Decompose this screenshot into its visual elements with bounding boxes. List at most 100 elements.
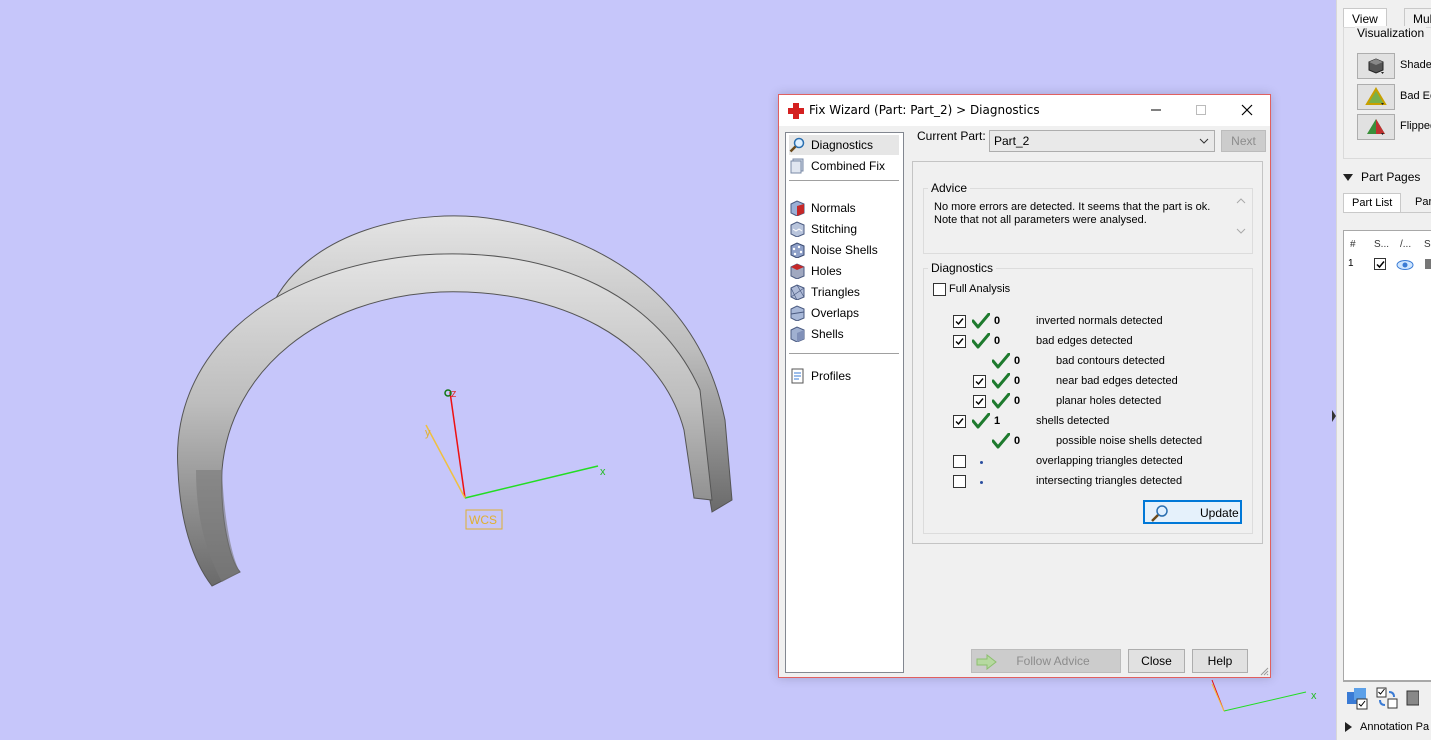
- green-check-icon: [972, 333, 990, 349]
- right-panel: View Mul Visualization Shade Bad Ec Flip…: [1336, 0, 1431, 740]
- flipped-triangles-button[interactable]: [1357, 114, 1395, 140]
- green-check-icon: [992, 373, 1010, 389]
- minimize-button[interactable]: [1133, 95, 1179, 125]
- dialog-titlebar[interactable]: Fix Wizard (Part: Part_2) > Diagnostics: [779, 95, 1270, 126]
- diagnostic-label: intersecting triangles detected: [1036, 475, 1183, 487]
- next-button[interactable]: Next: [1221, 130, 1266, 152]
- diagnostic-count: 0: [1014, 375, 1021, 387]
- col-s: S: [1424, 239, 1431, 250]
- diagnostic-row: intersecting triangles detected: [924, 473, 1244, 491]
- part-pages-header[interactable]: Part Pages: [1343, 170, 1431, 184]
- diagnostic-count: 1: [994, 415, 1001, 427]
- diagnostic-checkbox[interactable]: [973, 395, 986, 408]
- magnifier-icon: [1151, 505, 1168, 522]
- bad-edges-button[interactable]: [1357, 84, 1395, 110]
- noise-shells-icon: [790, 242, 805, 258]
- wcs-label: WCS: [469, 513, 497, 527]
- mini-axis-x-label: x: [1311, 690, 1317, 702]
- select-all-parts-icon[interactable]: [1345, 686, 1369, 710]
- shaded-button[interactable]: [1357, 53, 1395, 79]
- diagnostic-count: 0: [994, 315, 1001, 327]
- green-check-icon: [972, 413, 990, 429]
- nav-item-diagnostics[interactable]: Diagnostics: [789, 135, 899, 155]
- checkmark-icon: [975, 378, 984, 386]
- pending-dot-icon: [980, 481, 983, 484]
- diagnostic-checkbox[interactable]: [953, 335, 966, 348]
- magnifier-icon: [789, 137, 805, 153]
- shells-icon: [790, 326, 805, 342]
- nav-item-normals[interactable]: Normals: [789, 198, 899, 218]
- help-button[interactable]: Help: [1192, 649, 1248, 673]
- diagnostic-label: near bad edges detected: [1056, 375, 1178, 387]
- overlaps-icon: [790, 305, 805, 321]
- pending-dot-icon: [980, 461, 983, 464]
- triangles-icon: [790, 284, 805, 300]
- content-panel: Advice No more errors are detected. It s…: [912, 161, 1263, 544]
- checkmark-icon: [955, 338, 964, 346]
- scroll-up-icon: [1236, 198, 1246, 204]
- shaded-label: Shade: [1400, 59, 1431, 71]
- col-number: #: [1350, 239, 1356, 250]
- tab-multi[interactable]: Mul: [1404, 8, 1431, 28]
- advice-scrollbar[interactable]: [1235, 197, 1247, 243]
- cube-icon[interactable]: [1405, 686, 1419, 710]
- advice-group: Advice No more errors are detected. It s…: [923, 181, 1253, 254]
- visualization-label: Visualization: [1355, 26, 1427, 40]
- green-check-icon: [992, 433, 1010, 449]
- arrow-right-icon: [976, 654, 997, 670]
- diagnostic-row: 0 planar holes detected: [924, 393, 1244, 411]
- current-part-select[interactable]: Part_2: [989, 130, 1215, 152]
- eye-icon[interactable]: [1396, 259, 1414, 271]
- bad-edges-icon: [1365, 87, 1387, 105]
- diagnostic-checkbox[interactable]: [953, 475, 966, 488]
- resize-grip-icon[interactable]: [1259, 666, 1269, 676]
- close-button[interactable]: Close: [1128, 649, 1185, 673]
- green-check-icon: [992, 353, 1010, 369]
- nav-item-profiles[interactable]: Profiles: [789, 366, 899, 386]
- nav-item-overlaps[interactable]: Overlaps: [789, 303, 899, 323]
- maximize-button[interactable]: [1178, 95, 1224, 125]
- annotation-pages-header[interactable]: Annotation Pa: [1345, 721, 1429, 733]
- tab-part-list[interactable]: Part List: [1343, 193, 1402, 213]
- diagnostic-checkbox[interactable]: [953, 315, 966, 328]
- row-checkbox[interactable]: [1374, 258, 1386, 270]
- diagnostic-label: bad edges detected: [1036, 335, 1133, 347]
- holes-icon: [790, 263, 805, 279]
- nav-item-holes[interactable]: Holes: [789, 261, 899, 281]
- axis-x-label: x: [600, 466, 606, 478]
- advice-text: No more errors are detected. It seems th…: [934, 201, 1211, 226]
- invert-selection-icon[interactable]: [1375, 686, 1399, 710]
- normals-icon: [790, 200, 805, 216]
- follow-advice-button[interactable]: Follow Advice: [971, 649, 1121, 673]
- checkmark-icon: [975, 398, 984, 406]
- diagnostic-label: overlapping triangles detected: [1036, 455, 1183, 467]
- table-row[interactable]: 1: [1344, 257, 1431, 273]
- diagnostic-checkbox[interactable]: [973, 375, 986, 388]
- diagnostic-label: shells detected: [1036, 415, 1110, 427]
- tab-view[interactable]: View: [1343, 8, 1387, 28]
- full-analysis-label: Full Analysis: [949, 283, 1011, 295]
- collapse-triangle-icon: [1343, 174, 1353, 182]
- diagnostics-group: Diagnostics Full Analysis 0 inverted norm…: [923, 261, 1253, 534]
- row-number: 1: [1348, 258, 1354, 269]
- nav-item-shells[interactable]: Shells: [789, 324, 899, 344]
- nav-item-noise-shells[interactable]: Noise Shells: [789, 240, 899, 260]
- update-button[interactable]: Update: [1143, 500, 1242, 524]
- diagnostic-checkbox[interactable]: [953, 415, 966, 428]
- tab-part-props[interactable]: Par: [1407, 193, 1431, 213]
- diagnostic-row: 0 inverted normals detected: [924, 313, 1244, 331]
- combined-fix-icon: [790, 158, 804, 174]
- close-window-button[interactable]: [1224, 95, 1270, 125]
- nav-item-combined-fix[interactable]: Combined Fix: [789, 156, 899, 176]
- col-visibility: /...: [1400, 239, 1412, 250]
- stitching-icon: [790, 221, 805, 237]
- diagnostic-checkbox[interactable]: [953, 455, 966, 468]
- nav-item-triangles[interactable]: Triangles: [789, 282, 899, 302]
- wizard-nav: Diagnostics Combined Fix Normals Stitchi…: [785, 132, 904, 673]
- diagnostics-title: Diagnostics: [928, 261, 997, 275]
- diagnostic-count: 0: [1014, 435, 1021, 447]
- diagnostic-row: 1 shells detected: [924, 413, 1244, 431]
- current-part-label: Current Part:: [917, 129, 986, 143]
- diagnostic-label: inverted normals detected: [1036, 315, 1163, 327]
- nav-item-stitching[interactable]: Stitching: [789, 219, 899, 239]
